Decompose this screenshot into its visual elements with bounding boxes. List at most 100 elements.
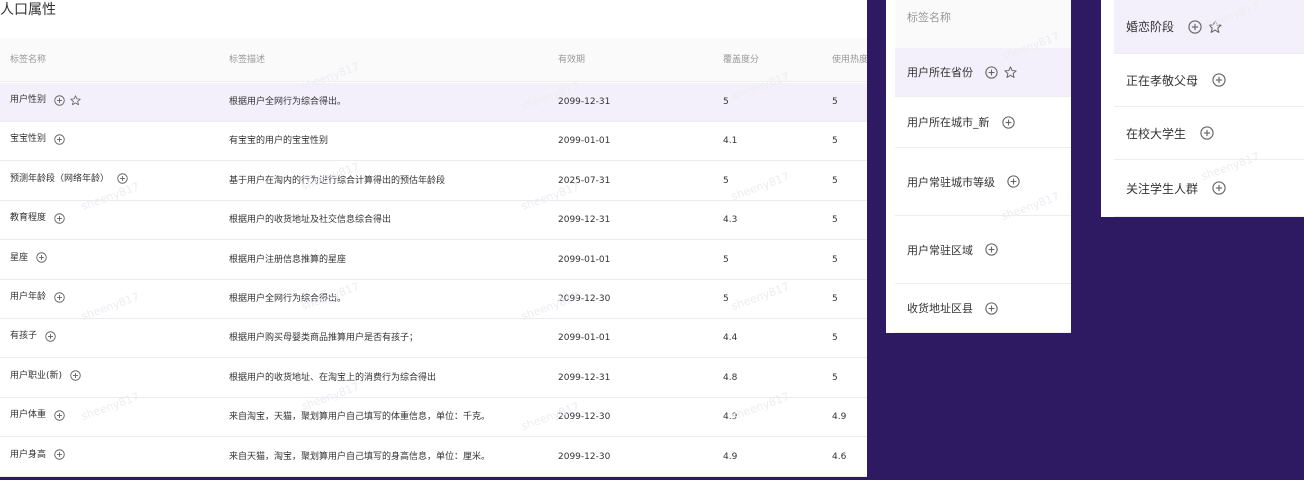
add-circle-icon[interactable] bbox=[1212, 181, 1226, 195]
tag-coverage-score: 4.4 bbox=[723, 333, 738, 344]
tag-coverage-score: 5 bbox=[723, 97, 729, 107]
tag-description: 根据用户全网行为综合得出。 bbox=[229, 97, 347, 107]
add-circle-icon[interactable] bbox=[70, 370, 81, 382]
add-circle-icon[interactable] bbox=[1212, 73, 1226, 87]
tag-description: 根据用户的收货地址、在淘宝上的消费行为综合得出 bbox=[229, 372, 437, 383]
list-item[interactable]: 正在孝敬父母 bbox=[1114, 54, 1304, 107]
star-icon[interactable] bbox=[1208, 19, 1222, 34]
tag-name: 用户常驻城市等级 bbox=[907, 175, 995, 189]
list-item[interactable]: 用户所在城市_新 bbox=[895, 97, 1071, 148]
list-header: 标签名称 bbox=[895, 0, 1071, 48]
tag-expiry-date: 2099-01-01 bbox=[558, 136, 611, 147]
tag-name: 用户所在省份 bbox=[907, 66, 973, 79]
add-circle-icon[interactable] bbox=[54, 449, 65, 460]
tag-name: 用户体重 bbox=[10, 410, 47, 421]
list-item[interactable]: 关注学生人群 bbox=[1114, 160, 1304, 217]
tag-coverage-score: 4.9 bbox=[723, 412, 738, 423]
tag-name-cell: 用户职业(新) bbox=[10, 370, 81, 382]
table-row[interactable]: 用户年龄 根据用户全网行为综合得出。 2099-12-30 5 5 bbox=[0, 280, 867, 319]
table-row[interactable]: 用户职业(新) 根据用户的收货地址、在淘宝上的消费行为综合得出 2099-12-31… bbox=[0, 359, 867, 398]
list-item[interactable]: 用户常驻城市等级 bbox=[895, 148, 1071, 216]
tag-coverage-score: 4.9 bbox=[723, 451, 738, 462]
star-icon[interactable] bbox=[70, 94, 81, 106]
tag-description: 基于用户在淘内的行为进行综合计算得出的预估年龄段 bbox=[229, 175, 446, 186]
add-circle-icon[interactable] bbox=[985, 65, 998, 79]
list-item[interactable]: 用户常驻区域 bbox=[895, 216, 1071, 284]
column-header-desc[interactable]: 标签描述 bbox=[229, 54, 265, 66]
tag-usage-heat: 4.6 bbox=[832, 451, 847, 462]
add-circle-icon[interactable] bbox=[1200, 126, 1214, 140]
column-header-name[interactable]: 标签名称 bbox=[10, 54, 46, 66]
tag-name: 用户职业(新) bbox=[10, 370, 63, 381]
list-item[interactable]: 收货地址区县 bbox=[895, 284, 1071, 333]
table-row[interactable]: 用户体重 来自淘宝，天猫，聚划算用户自己填写的体重信息，单位：千克。 2099-12… bbox=[0, 398, 867, 438]
tag-coverage-score: 4.8 bbox=[723, 372, 738, 383]
add-circle-icon[interactable] bbox=[54, 291, 65, 303]
tag-name-cell: 用户体重 bbox=[10, 409, 65, 421]
table-row[interactable]: 用户性别 根据用户全网行为综合得出。 2099-12-31 5 5 bbox=[0, 83, 867, 122]
tag-name: 关注学生人群 bbox=[1126, 181, 1199, 196]
table-row[interactable]: 有孩子 根据用户购买母婴类商品推算用户是否有孩子； 2099-01-01 4.4 5 bbox=[0, 319, 867, 359]
tag-name: 宝宝性别 bbox=[10, 134, 47, 145]
tag-expiry-date: 2099-12-30 bbox=[558, 412, 611, 423]
tag-expiry-date: 2025-07-31 bbox=[558, 175, 611, 186]
tag-usage-heat: 5 bbox=[832, 136, 838, 147]
list-item[interactable]: 在校大学生 bbox=[1114, 107, 1304, 160]
column-header-coverage[interactable]: 覆盖度分 bbox=[723, 54, 759, 66]
list-item[interactable]: 婚恋阶段 bbox=[1114, 0, 1304, 54]
tag-description: 有宝宝的用户的宝宝性别 bbox=[229, 136, 329, 147]
add-circle-icon[interactable] bbox=[54, 94, 65, 106]
tag-name-cell: 用户年龄 bbox=[10, 291, 65, 303]
tag-usage-heat: 5 bbox=[832, 175, 838, 186]
add-circle-icon[interactable] bbox=[985, 301, 998, 315]
table-row[interactable]: 宝宝性别 有宝宝的用户的宝宝性别 2099-01-01 4.1 5 bbox=[0, 122, 867, 162]
add-circle-icon[interactable] bbox=[985, 243, 998, 256]
tag-name: 用户性别 bbox=[10, 95, 47, 105]
tag-name: 教育程度 bbox=[10, 213, 47, 224]
table-row[interactable]: 教育程度 根据用户的收货地址及社交信息综合得出 2099-12-31 4.3 5 bbox=[0, 201, 867, 241]
tag-name: 星座 bbox=[10, 252, 29, 263]
column-header-heat[interactable]: 使用热度 bbox=[832, 54, 867, 66]
add-circle-icon[interactable] bbox=[1001, 115, 1015, 129]
tag-description: 来自淘宝，天猫，聚划算用户自己填写的体重信息，单位：千克。 bbox=[229, 412, 491, 423]
list-item[interactable]: 用户所在省份 bbox=[895, 48, 1071, 97]
add-circle-icon[interactable] bbox=[1007, 175, 1020, 188]
add-circle-icon[interactable] bbox=[36, 252, 47, 263]
tag-expiry-date: 2099-12-31 bbox=[558, 97, 611, 107]
table-row[interactable]: 星座 根据用户注册信息推算的星座 2099-01-01 5 5 bbox=[0, 241, 867, 280]
tag-usage-heat: 5 bbox=[832, 254, 838, 265]
tag-name: 收货地址区县 bbox=[907, 302, 973, 315]
tag-name: 用户所在城市_新 bbox=[907, 116, 990, 129]
tag-expiry-date: 2099-12-30 bbox=[558, 294, 611, 304]
tag-description: 根据用户全网行为综合得出。 bbox=[229, 294, 347, 304]
add-circle-icon[interactable] bbox=[54, 409, 65, 421]
add-circle-icon[interactable] bbox=[54, 212, 65, 224]
tag-expiry-date: 2099-12-31 bbox=[558, 372, 611, 383]
tag-list-panel-location: 标签名称 用户所在省份用户所在城市_新 用户常驻城市等级用户常驻区域收货地址区县 bbox=[886, 0, 1071, 333]
tag-name: 用户身高 bbox=[10, 449, 47, 460]
add-circle-icon[interactable] bbox=[45, 331, 56, 342]
column-header-date[interactable]: 有效期 bbox=[558, 54, 585, 66]
tag-name: 婚恋阶段 bbox=[1126, 20, 1175, 34]
tag-list-panel-life-stage: 婚恋阶段正在孝敬父母 在校大学生关注学生人群 bbox=[1101, 0, 1304, 217]
tag-name: 有孩子 bbox=[10, 331, 38, 342]
tag-usage-heat: 5 bbox=[832, 97, 838, 107]
tag-name-cell: 用户性别 bbox=[10, 94, 81, 106]
tag-coverage-score: 5 bbox=[723, 254, 729, 265]
tag-expiry-date: 2099-12-31 bbox=[558, 215, 611, 226]
add-circle-icon[interactable] bbox=[117, 173, 128, 185]
tag-expiry-date: 2099-01-01 bbox=[558, 333, 611, 344]
tag-name-cell: 宝宝性别 bbox=[10, 133, 65, 145]
tag-usage-heat: 5 bbox=[832, 333, 838, 344]
table-row[interactable]: 预测年龄段（网络年龄） 基于用户在淘内的行为进行综合计算得出的预估年龄段 2025-… bbox=[0, 162, 867, 201]
tag-description: 来自天猫，淘宝，聚划算用户自己填写的身高信息，单位：厘米。 bbox=[229, 451, 491, 462]
tag-name-cell: 有孩子 bbox=[10, 330, 56, 342]
add-circle-icon[interactable] bbox=[54, 134, 65, 145]
tag-expiry-date: 2099-12-30 bbox=[558, 451, 611, 462]
add-circle-icon[interactable] bbox=[1188, 19, 1202, 34]
tag-description: 根据用户购买母婴类商品推算用户是否有孩子； bbox=[229, 333, 419, 344]
tag-description: 根据用户注册信息推算的星座 bbox=[229, 254, 347, 265]
table-row[interactable]: 用户身高 来自天猫，淘宝，聚划算用户自己填写的身高信息，单位：厘米。 2099-12… bbox=[0, 438, 867, 477]
list-header-label: 标签名称 bbox=[907, 11, 951, 24]
star-icon[interactable] bbox=[1004, 65, 1017, 79]
